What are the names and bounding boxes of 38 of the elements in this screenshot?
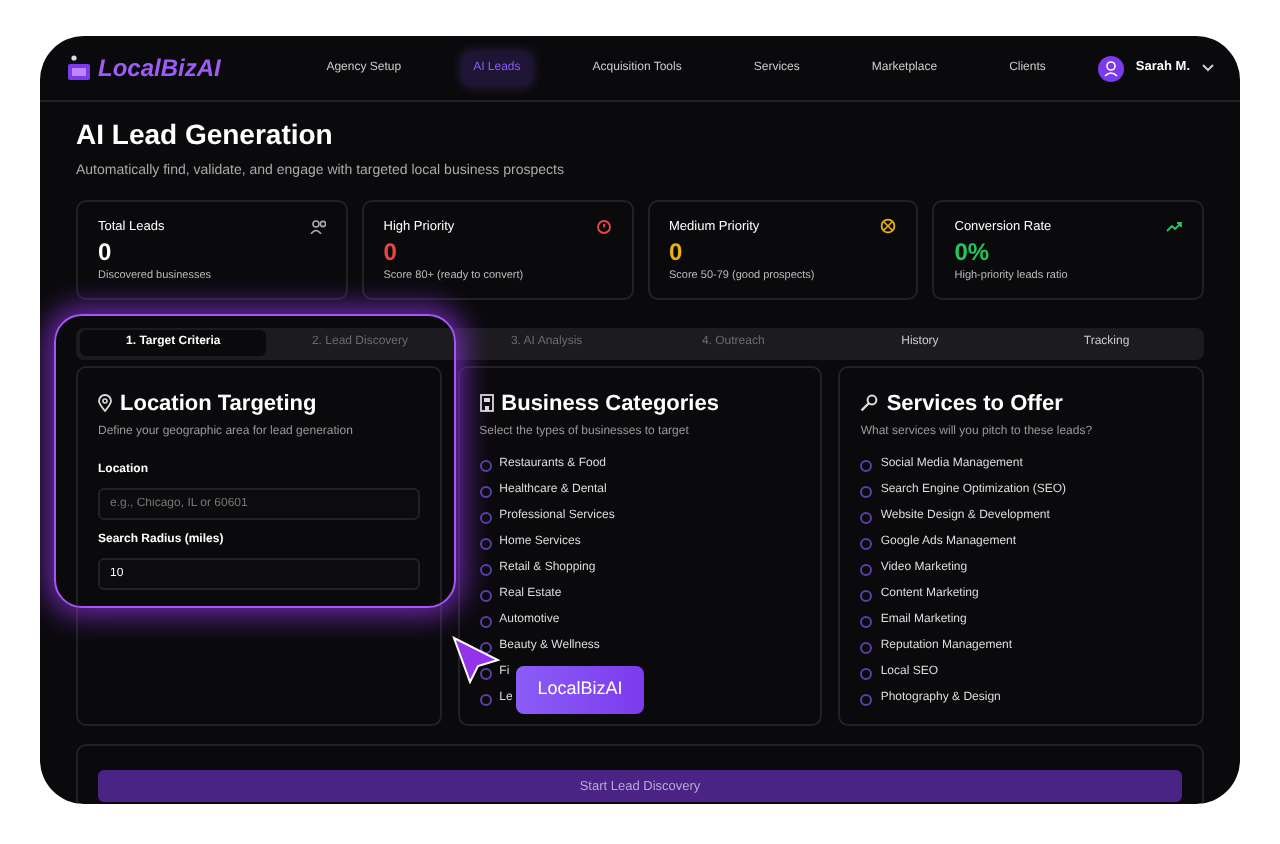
panel-title: Business Categories: [501, 389, 719, 419]
page-title: AI Lead Generation: [76, 116, 335, 154]
target-icon: [880, 218, 897, 235]
logo-icon: [66, 53, 92, 83]
checkbox[interactable]: [479, 563, 492, 575]
building-icon: [479, 394, 494, 413]
checkbox[interactable]: [860, 485, 873, 497]
stat-value: 0: [383, 238, 399, 267]
checkbox[interactable]: [479, 511, 492, 523]
chevron-down-icon[interactable]: [1202, 64, 1214, 72]
checkbox[interactable]: [479, 693, 492, 705]
stat-value: 0: [669, 238, 685, 267]
checkbox[interactable]: [479, 615, 492, 627]
alert-icon: [595, 218, 611, 235]
cursor-icon: [452, 636, 500, 684]
checkbox[interactable]: [479, 537, 492, 549]
people-icon: [309, 218, 326, 235]
location-pin-icon: [98, 394, 112, 413]
checkbox[interactable]: [860, 667, 873, 679]
checkbox[interactable]: [860, 537, 873, 549]
checkbox[interactable]: [860, 511, 873, 523]
checkbox[interactable]: [860, 563, 873, 575]
brand-logo[interactable]: LocalBizAI: [98, 50, 221, 86]
checkbox[interactable]: [479, 589, 492, 601]
cursor-label: LocalBizAI: [516, 666, 644, 714]
checkbox[interactable]: [860, 589, 873, 601]
checkbox[interactable]: [479, 459, 492, 471]
trend-up-icon: [1166, 218, 1182, 235]
stat-value: 0%: [954, 238, 992, 267]
panel-title: Location Targeting: [120, 389, 317, 419]
checkbox[interactable]: [860, 615, 873, 627]
avatar-icon[interactable]: [1097, 55, 1124, 81]
stat-value: 0: [98, 238, 114, 267]
panel-title: Services to Offer: [886, 389, 1063, 419]
checkbox[interactable]: [860, 693, 873, 705]
checkbox[interactable]: [860, 641, 873, 653]
checkbox[interactable]: [860, 459, 873, 471]
checkbox[interactable]: [479, 485, 492, 497]
